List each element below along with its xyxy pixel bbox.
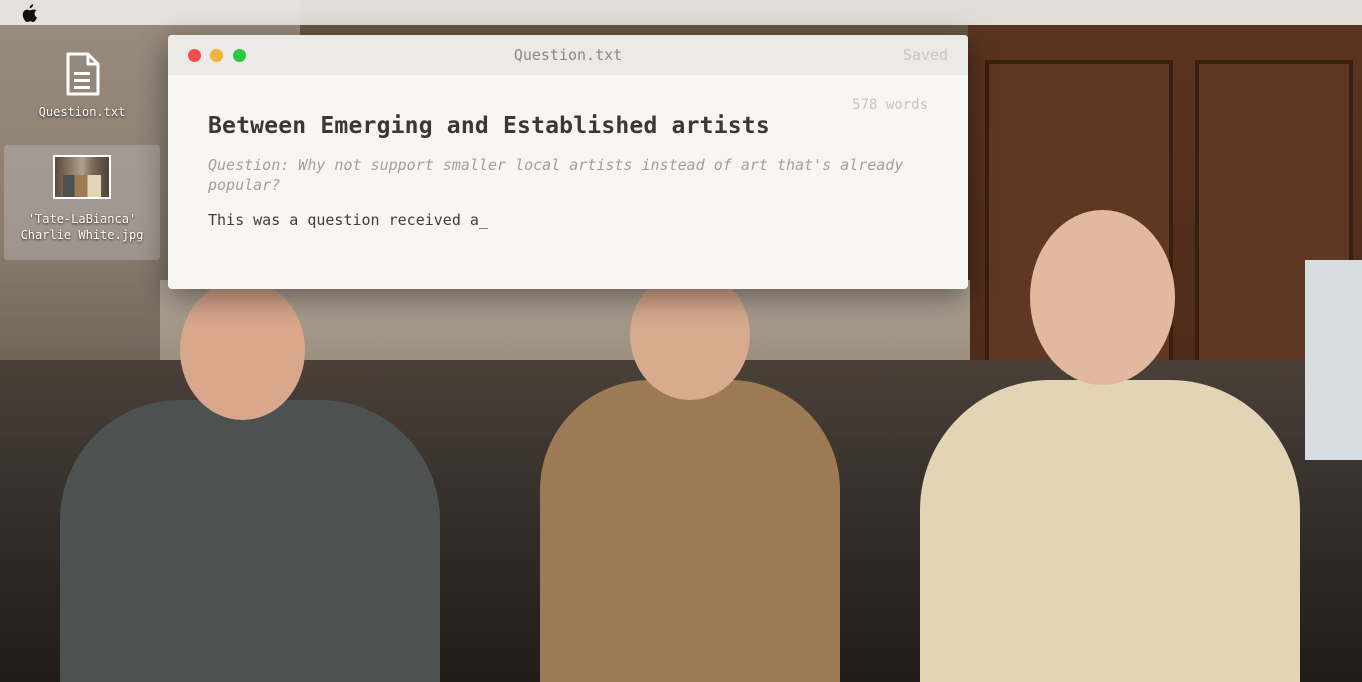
wallpaper-figure: [180, 280, 305, 420]
wallpaper-figure: [630, 270, 750, 400]
document-body[interactable]: This was a question received a_: [208, 211, 908, 229]
word-count: 578 words: [852, 97, 928, 113]
document-question[interactable]: Question: Why not support smaller local …: [208, 155, 908, 195]
wallpaper-figure: [540, 380, 840, 682]
image-thumbnail: [53, 155, 111, 199]
desktop-icon-charlie-white-jpg[interactable]: 'Tate-LaBianca' Charlie White.jpg: [4, 145, 160, 260]
wallpaper-figure: [60, 400, 440, 682]
desktop: Question.txt 'Tate-LaBianca' Charlie Whi…: [0, 0, 1362, 682]
window-titlebar[interactable]: Question.txt Saved: [168, 35, 968, 75]
desktop-icon-label: Question.txt: [38, 105, 126, 119]
text-cursor: _: [478, 211, 488, 229]
wallpaper-figure: [1030, 210, 1175, 385]
desktop-icon-question-txt[interactable]: Question.txt: [4, 50, 160, 120]
apple-menu-icon[interactable]: [22, 4, 38, 22]
window-title: Question.txt: [513, 46, 623, 64]
menu-bar: [0, 0, 1362, 25]
wallpaper-figure: [1305, 260, 1362, 460]
document-body-text: This was a question received a: [208, 211, 479, 229]
document-editor[interactable]: Between Emerging and Established artists…: [208, 113, 908, 229]
save-status: Saved: [902, 46, 948, 64]
desktop-icon-label: 'Tate-LaBianca' Charlie White.jpg: [20, 212, 144, 242]
wallpaper-figure: [920, 380, 1300, 682]
document-title[interactable]: Between Emerging and Established artists: [208, 113, 908, 139]
text-file-icon: [66, 52, 100, 96]
editor-window: Question.txt Saved 578 words Between Eme…: [168, 35, 968, 289]
